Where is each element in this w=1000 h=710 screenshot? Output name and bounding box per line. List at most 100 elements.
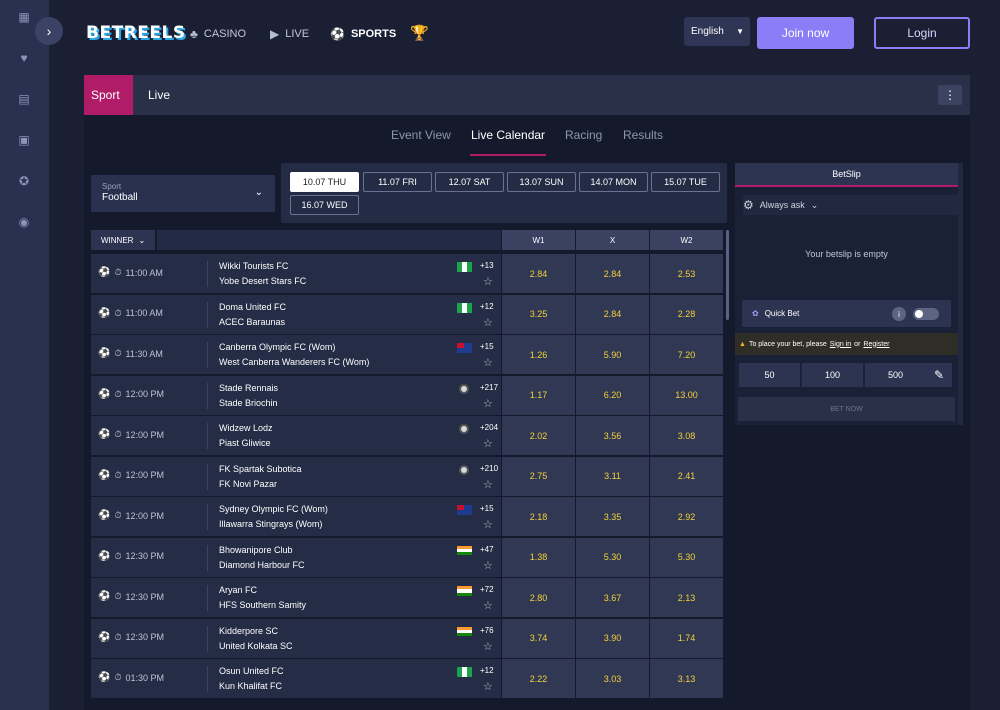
more-markets-count[interactable]: +13 bbox=[480, 261, 494, 270]
odd-w1[interactable]: 2.02 bbox=[502, 416, 575, 455]
odd-w1[interactable]: 2.84 bbox=[502, 254, 575, 293]
odd-x[interactable]: 6.20 bbox=[576, 375, 649, 415]
odd-x[interactable]: 3.67 bbox=[576, 578, 649, 617]
sport-select[interactable]: Sport Football ⌄ bbox=[91, 175, 275, 212]
more-markets-count[interactable]: +15 bbox=[480, 342, 494, 351]
date-button[interactable]: 10.07 THU bbox=[290, 172, 359, 192]
info-icon[interactable]: i bbox=[892, 307, 906, 321]
odd-x[interactable]: 3.35 bbox=[576, 497, 649, 536]
odd-w1[interactable]: 1.26 bbox=[502, 335, 575, 374]
favorite-star-icon[interactable]: ☆ bbox=[483, 437, 493, 450]
date-button[interactable]: 11.07 FRI bbox=[363, 172, 432, 192]
tab-racing[interactable]: Racing bbox=[565, 128, 602, 142]
odd-w2[interactable]: 2.13 bbox=[650, 578, 723, 617]
odd-w2[interactable]: 5.30 bbox=[650, 537, 723, 577]
nav-casino[interactable]: ♣ CASINO bbox=[190, 27, 246, 41]
match-info[interactable]: ⚽ ⏱ 12:00 PM Widzew Lodz Piast Gliwice +… bbox=[91, 416, 501, 455]
scrollbar[interactable] bbox=[726, 230, 729, 320]
odd-w2[interactable]: 3.13 bbox=[650, 659, 723, 698]
register-link[interactable]: Register bbox=[863, 341, 889, 348]
odd-w2[interactable]: 1.74 bbox=[650, 618, 723, 658]
odd-w1[interactable]: 3.25 bbox=[502, 294, 575, 334]
odd-x[interactable]: 5.90 bbox=[576, 335, 649, 374]
odd-x[interactable]: 3.03 bbox=[576, 659, 649, 698]
tab-live-calendar[interactable]: Live Calendar bbox=[469, 128, 547, 156]
gift-icon[interactable]: ▣ bbox=[17, 133, 31, 147]
match-info[interactable]: ⚽ ⏱ 12:00 PM Stade Rennais Stade Briochi… bbox=[91, 375, 501, 415]
more-markets-count[interactable]: +72 bbox=[480, 585, 494, 594]
match-info[interactable]: ⚽ ⏱ 12:00 PM Sydney Olympic FC (Wom) Ill… bbox=[91, 497, 501, 536]
more-markets-count[interactable]: +210 bbox=[480, 464, 498, 473]
settings-icon[interactable]: ✪ bbox=[17, 174, 31, 188]
odd-x[interactable]: 3.90 bbox=[576, 618, 649, 658]
language-select[interactable]: English ▼ bbox=[684, 17, 750, 46]
favorite-star-icon[interactable]: ☆ bbox=[483, 599, 493, 612]
tab-live[interactable]: Live bbox=[141, 75, 177, 115]
quick-bet-toggle[interactable] bbox=[913, 308, 939, 320]
tab-results[interactable]: Results bbox=[623, 128, 663, 142]
edit-stake-icon[interactable]: ✎ bbox=[926, 363, 952, 387]
odd-w1[interactable]: 2.80 bbox=[502, 578, 575, 617]
odd-w1[interactable]: 1.38 bbox=[502, 537, 575, 577]
building-icon[interactable]: ▤ bbox=[17, 92, 31, 106]
match-info[interactable]: ⚽ ⏱ 12:30 PM Aryan FC HFS Southern Samit… bbox=[91, 578, 501, 617]
bet-now-button[interactable]: BET NOW bbox=[738, 397, 955, 421]
odd-x[interactable]: 3.11 bbox=[576, 456, 649, 496]
match-info[interactable]: ⚽ ⏱ 11:00 AM Doma United FC ACEC Barauna… bbox=[91, 294, 501, 334]
match-info[interactable]: ⚽ ⏱ 12:30 PM Kidderpore SC United Kolkat… bbox=[91, 618, 501, 658]
more-options-icon[interactable]: ⋮ bbox=[938, 85, 962, 105]
favorite-star-icon[interactable]: ☆ bbox=[483, 356, 493, 369]
match-info[interactable]: ⚽ ⏱ 12:00 PM FK Spartak Subotica FK Novi… bbox=[91, 456, 501, 496]
heart-icon[interactable]: ♥ bbox=[17, 51, 31, 65]
join-now-button[interactable]: Join now bbox=[757, 17, 854, 49]
stake-50-button[interactable]: 50 bbox=[739, 363, 800, 387]
match-info[interactable]: ⚽ ⏱ 12:30 PM Bhowanipore Club Diamond Ha… bbox=[91, 537, 501, 577]
date-button[interactable]: 14.07 MON bbox=[579, 172, 648, 192]
odd-x[interactable]: 5.30 bbox=[576, 537, 649, 577]
market-select[interactable]: WINNER ⌄ bbox=[91, 230, 155, 250]
date-button[interactable]: 15.07 TUE bbox=[651, 172, 720, 192]
odd-w2[interactable]: 2.92 bbox=[650, 497, 723, 536]
expand-sidebar-button[interactable]: › bbox=[35, 17, 63, 45]
nav-live[interactable]: ▶ LIVE bbox=[270, 27, 309, 41]
more-markets-count[interactable]: +76 bbox=[480, 626, 494, 635]
sign-in-link[interactable]: Sign in bbox=[830, 341, 851, 348]
stake-500-button[interactable]: 500 bbox=[865, 363, 926, 387]
favorite-star-icon[interactable]: ☆ bbox=[483, 518, 493, 531]
odd-w1[interactable]: 1.17 bbox=[502, 375, 575, 415]
date-button[interactable]: 13.07 SUN bbox=[507, 172, 576, 192]
login-button[interactable]: Login bbox=[874, 17, 970, 49]
favorite-star-icon[interactable]: ☆ bbox=[483, 316, 493, 329]
odd-w2[interactable]: 3.08 bbox=[650, 416, 723, 455]
odd-w2[interactable]: 2.41 bbox=[650, 456, 723, 496]
more-markets-count[interactable]: +47 bbox=[480, 545, 494, 554]
odd-x[interactable]: 2.84 bbox=[576, 254, 649, 293]
more-markets-count[interactable]: +217 bbox=[480, 383, 498, 392]
favorite-star-icon[interactable]: ☆ bbox=[483, 640, 493, 653]
more-markets-count[interactable]: +15 bbox=[480, 504, 494, 513]
odd-x[interactable]: 3.56 bbox=[576, 416, 649, 455]
more-markets-count[interactable]: +12 bbox=[480, 666, 494, 675]
odd-w2[interactable]: 2.28 bbox=[650, 294, 723, 334]
trophy-icon[interactable]: 🏆 bbox=[410, 24, 429, 42]
date-button[interactable]: 12.07 SAT bbox=[435, 172, 504, 192]
match-info[interactable]: ⚽ ⏱ 01:30 PM Osun United FC Kun Khalifat… bbox=[91, 659, 501, 698]
match-info[interactable]: ⚽ ⏱ 11:00 AM Wikki Tourists FC Yobe Dese… bbox=[91, 254, 501, 293]
odd-x[interactable]: 2.84 bbox=[576, 294, 649, 334]
match-info[interactable]: ⚽ ⏱ 11:30 AM Canberra Olympic FC (Wom) W… bbox=[91, 335, 501, 374]
odd-w2[interactable]: 7.20 bbox=[650, 335, 723, 374]
more-markets-count[interactable]: +204 bbox=[480, 423, 498, 432]
odd-w1[interactable]: 2.18 bbox=[502, 497, 575, 536]
odd-w2[interactable]: 13.00 bbox=[650, 375, 723, 415]
nav-sports[interactable]: ⚽ SPORTS bbox=[330, 27, 396, 41]
favorite-star-icon[interactable]: ☆ bbox=[483, 680, 493, 693]
odd-w1[interactable]: 2.75 bbox=[502, 456, 575, 496]
tab-event-view[interactable]: Event View bbox=[391, 128, 451, 142]
odds-change-select[interactable]: ⚙ Always ask ⌄ bbox=[743, 195, 958, 215]
chat-icon[interactable]: ◉ bbox=[17, 215, 31, 229]
odd-w2[interactable]: 2.53 bbox=[650, 254, 723, 293]
stake-100-button[interactable]: 100 bbox=[802, 363, 863, 387]
odd-w1[interactable]: 3.74 bbox=[502, 618, 575, 658]
tab-sport[interactable]: Sport bbox=[84, 75, 133, 115]
dashboard-icon[interactable]: ▦ bbox=[17, 10, 31, 24]
